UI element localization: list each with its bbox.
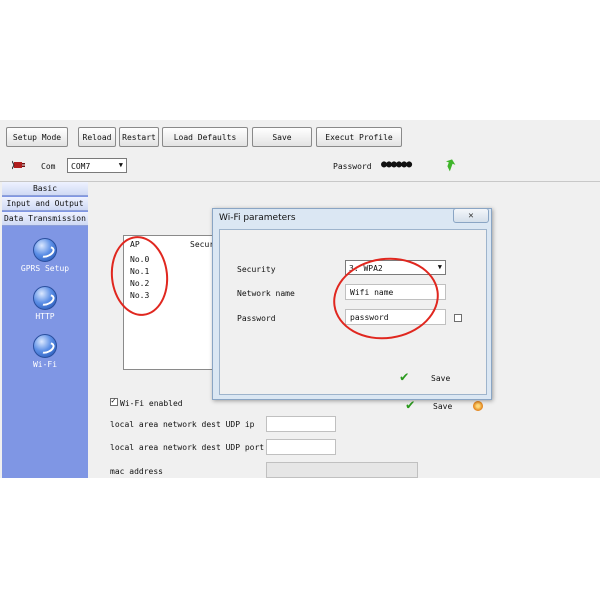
dest-port-label: local area network dest UDP port (110, 443, 265, 452)
dest-ip-label: local area network dest UDP ip (110, 420, 255, 429)
com-select[interactable]: COM7 ▼ (67, 158, 127, 173)
save-button[interactable]: Save (252, 127, 312, 147)
sidebar-header-input-output[interactable]: Input and Output (2, 197, 88, 211)
exit-icon[interactable] (473, 401, 483, 411)
sidebar-item-http[interactable]: HTTP (2, 286, 88, 321)
sidebar-item-label: GPRS Setup (20, 264, 70, 273)
com-label: Com (41, 162, 56, 171)
show-password-checkbox[interactable] (454, 314, 462, 322)
com-select-value: COM7 (71, 162, 91, 171)
mac-field (266, 462, 418, 478)
sidebar-item-label: Wi-Fi (32, 360, 58, 369)
dialog-password-label: Password (237, 314, 276, 323)
dest-ip-field[interactable] (266, 416, 336, 432)
chevron-down-icon: ▼ (437, 263, 442, 271)
globe-icon (33, 238, 57, 262)
chevron-down-icon: ▼ (118, 161, 123, 169)
plug-icon (11, 159, 26, 171)
sidebar-item-label: HTTP (35, 312, 55, 321)
load-defaults-button[interactable]: Load Defaults (162, 127, 248, 147)
password-input[interactable]: ●●●●●● (381, 159, 412, 170)
sidebar-header-data-transmission[interactable]: Data Transmission (2, 212, 88, 226)
password-label: Password (333, 162, 372, 171)
globe-icon (33, 334, 57, 358)
execut-profile-button[interactable]: Execut Profile (316, 127, 402, 147)
network-name-label: Network name (237, 289, 295, 298)
sidebar-item-wifi[interactable]: Wi-Fi (2, 334, 88, 369)
dest-port-field[interactable] (266, 439, 336, 455)
reload-button[interactable]: Reload (78, 127, 116, 147)
wifi-enabled-label: Wi-Fi enabled (120, 399, 183, 408)
setup-mode-button[interactable]: Setup Mode (6, 127, 68, 147)
globe-icon (33, 286, 57, 310)
sidebar-item-gprs-setup[interactable]: GPRS Setup (2, 238, 88, 273)
security-column-header[interactable]: Secur (190, 240, 214, 249)
toolbar-separator (0, 181, 600, 182)
save-check-icon[interactable]: ✔ (400, 370, 408, 384)
dialog-save-button[interactable]: Save (431, 374, 450, 383)
refresh-arrow-icon[interactable] (444, 158, 456, 172)
sidebar-header-basic[interactable]: Basic (2, 182, 88, 196)
close-icon[interactable]: ✕ (453, 208, 489, 223)
main-save-button[interactable]: Save (433, 402, 452, 411)
security-label: Security (237, 265, 276, 274)
save-check-icon[interactable]: ✔ (406, 398, 414, 412)
checkmark-icon: ✓ (111, 396, 116, 405)
restart-button[interactable]: Restart (119, 127, 159, 147)
mac-label: mac address (110, 467, 163, 476)
dialog-title: Wi-Fi parameters (219, 213, 296, 223)
sidebar: Basic Input and Output Data Transmission… (2, 182, 88, 478)
wifi-enabled-checkbox[interactable]: ✓ (110, 396, 118, 406)
